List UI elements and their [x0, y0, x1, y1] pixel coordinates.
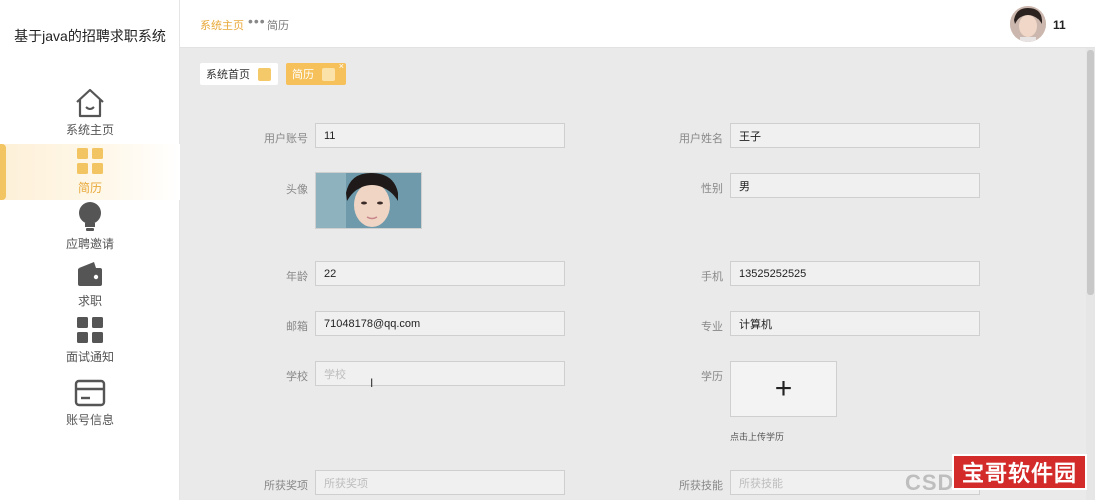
- grid-icon: [73, 313, 107, 346]
- major-field[interactable]: 计算机: [730, 311, 980, 336]
- phone-field[interactable]: 13525252525: [730, 261, 980, 286]
- avatar[interactable]: [1010, 6, 1046, 42]
- bulb-icon: [73, 200, 107, 233]
- sidebar-item-label: 应聘邀请: [65, 237, 114, 251]
- breadcrumb-home[interactable]: 系统主页: [200, 17, 244, 33]
- education-upload-button[interactable]: +: [730, 361, 837, 417]
- sidebar-item-invitations[interactable]: 应聘邀请: [0, 200, 180, 256]
- upload-hint: 点击上传学历: [730, 432, 785, 442]
- avatar-label: 头像: [286, 184, 308, 196]
- sidebar-item-home[interactable]: 系统主页: [0, 86, 180, 142]
- tab-label: 系统首页: [206, 69, 250, 81]
- home-icon: [73, 86, 107, 119]
- sidebar-item-label: 简历: [77, 181, 102, 195]
- wallet-icon: [73, 257, 107, 290]
- major-label: 专业: [701, 321, 723, 333]
- app-title: 基于java的招聘求职系统: [14, 28, 166, 44]
- top-header: 系统主页 ••• 简历 11: [180, 0, 1095, 48]
- skills-label: 所获技能: [679, 480, 723, 492]
- avatar-photo[interactable]: [315, 172, 422, 229]
- tab-square-icon: [322, 67, 335, 81]
- sidebar-item-label: 求职: [77, 294, 102, 308]
- tab-label: 简历: [292, 69, 314, 81]
- email-field[interactable]: 71048178@qq.com: [315, 311, 565, 336]
- tab-resume[interactable]: 简历 ×: [286, 61, 346, 85]
- email-label: 邮箱: [286, 321, 308, 333]
- gender-label: 性别: [701, 183, 723, 195]
- site-watermark-badge: 宝哥软件园: [952, 454, 1087, 490]
- grid-icon: [73, 144, 107, 177]
- sidebar: 基于java的招聘求职系统 系统主页 简历 应聘邀请 求职 面试通知 账号信息: [0, 0, 180, 500]
- phone-label: 手机: [701, 271, 723, 283]
- sidebar-item-resume[interactable]: 简历: [0, 144, 180, 200]
- breadcrumb-current: 简历: [267, 20, 289, 32]
- scrollbar-thumb[interactable]: [1087, 50, 1094, 295]
- card-icon: [73, 376, 107, 409]
- sidebar-item-label: 系统主页: [65, 123, 114, 137]
- user-name[interactable]: 11: [1053, 18, 1066, 32]
- age-label: 年龄: [286, 271, 308, 283]
- education-label: 学历: [701, 371, 723, 383]
- age-field[interactable]: 22: [315, 261, 565, 286]
- tab-home[interactable]: 系统首页: [200, 63, 278, 85]
- school-input[interactable]: 学校: [315, 361, 565, 386]
- sidebar-item-label: 面试通知: [65, 350, 114, 364]
- tab-square-icon: [258, 67, 271, 81]
- account-label: 用户账号: [264, 133, 308, 145]
- school-label: 学校: [286, 371, 308, 383]
- sidebar-item-label: 账号信息: [65, 413, 114, 427]
- account-field[interactable]: 11: [315, 123, 565, 148]
- sidebar-item-jobs[interactable]: 求职: [0, 257, 180, 313]
- sidebar-item-interviews[interactable]: 面试通知: [0, 313, 180, 369]
- gender-field[interactable]: 男: [730, 173, 980, 198]
- plus-icon: +: [774, 372, 793, 405]
- breadcrumb-separator: •••: [248, 13, 266, 29]
- awards-label: 所获奖项: [264, 480, 308, 492]
- name-field[interactable]: 王子: [730, 123, 980, 148]
- awards-input[interactable]: 所获奖项: [315, 470, 565, 495]
- sidebar-item-account[interactable]: 账号信息: [0, 376, 180, 432]
- name-label: 用户姓名: [679, 133, 723, 145]
- close-icon[interactable]: ×: [339, 61, 344, 71]
- text-cursor-icon: I: [370, 376, 374, 390]
